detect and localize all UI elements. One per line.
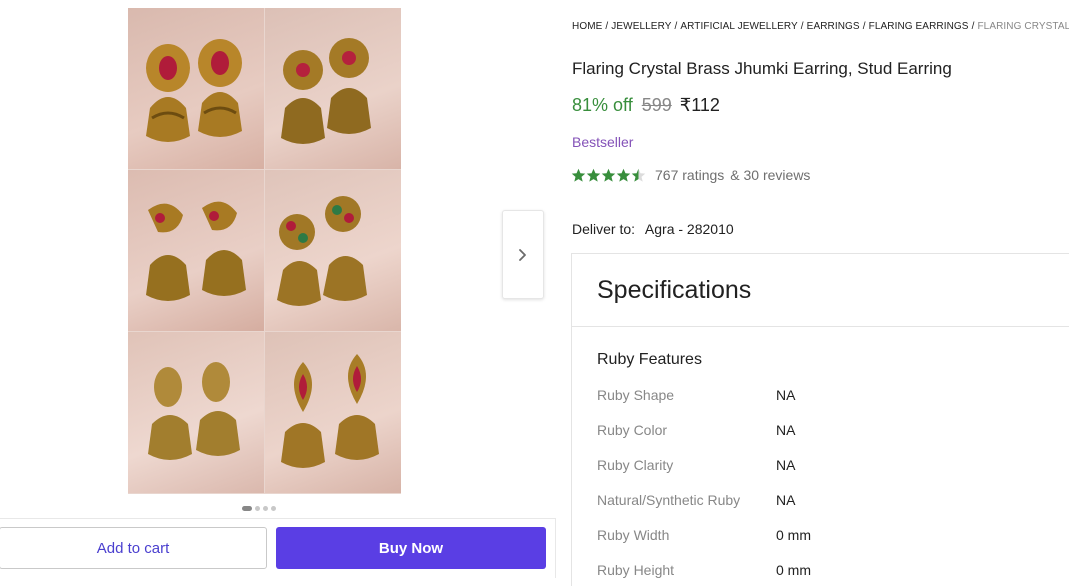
product-title: Flaring Crystal Brass Jhumki Earring, St… [572, 59, 952, 78]
ratings-count: 767 ratings [655, 167, 725, 183]
earring-photo [146, 39, 242, 142]
carousel-dot-2[interactable] [255, 506, 260, 511]
breadcrumb-home[interactable]: HOME [572, 21, 602, 32]
product-image-6[interactable] [265, 332, 401, 493]
product-image-3[interactable] [128, 170, 264, 331]
breadcrumb-flaring-earrings[interactable]: FLARING EARRINGS [869, 21, 969, 32]
delivery-location[interactable]: Deliver to: Agra - 282010 [572, 221, 734, 237]
spec-key: Ruby Width [597, 527, 670, 543]
spec-key: Ruby Color [597, 422, 668, 438]
carousel-dots [242, 506, 276, 511]
specifications-header: Specifications [572, 254, 1069, 327]
star-icon [616, 168, 631, 182]
buy-now-button[interactable]: Buy Now [276, 527, 546, 569]
discount-percent: 81% off [572, 95, 633, 115]
product-image-5[interactable] [128, 332, 264, 493]
spec-section-title: Ruby Features [597, 351, 702, 368]
spec-key: Natural/Synthetic Ruby [597, 492, 741, 508]
deliver-to-label: Deliver to: [572, 221, 636, 237]
product-image-2[interactable] [265, 8, 401, 169]
product-image-1[interactable] [128, 8, 264, 169]
earring-photo [146, 201, 246, 301]
specifications-panel: Specifications Ruby Features Ruby Shape … [571, 253, 1069, 586]
chevron-right-icon [519, 248, 526, 261]
spec-key: Ruby Height [597, 562, 675, 578]
product-image-4[interactable] [265, 170, 401, 331]
earring-photo [148, 362, 240, 460]
rating-row[interactable]: 767 ratings & 30 reviews [571, 167, 810, 183]
breadcrumb: HOME / JEWELLERY / ARTIFICIAL JEWELLERY / EARR… [572, 21, 1069, 32]
carousel-dot-4[interactable] [271, 506, 276, 511]
next-image-button[interactable] [502, 210, 544, 299]
star-icon [601, 168, 616, 182]
carousel-dot-3[interactable] [263, 506, 268, 511]
star-icon [571, 168, 586, 182]
price-row: 81% off 599 ₹112 [572, 95, 720, 116]
earring-photo [281, 354, 379, 468]
star-icon [586, 168, 601, 182]
spec-value: NA [776, 422, 796, 438]
carousel-dot-1[interactable] [242, 506, 252, 511]
specifications-heading: Specifications [597, 275, 752, 304]
spec-value: NA [776, 457, 796, 473]
spec-value: 0 mm [776, 562, 811, 578]
star-half-icon [631, 168, 646, 182]
spec-value: NA [776, 387, 796, 403]
breadcrumb-current: FLARING CRYSTAL BR [977, 21, 1069, 32]
earring-photo [281, 38, 371, 144]
reviews-count: & 30 reviews [730, 167, 811, 183]
breadcrumb-jewellery[interactable]: JEWELLERY [611, 21, 671, 32]
breadcrumb-earrings[interactable]: EARRINGS [807, 21, 860, 32]
spec-value: NA [776, 492, 796, 508]
earring-photo [277, 196, 367, 306]
bestseller-badge: Bestseller [572, 134, 634, 150]
add-to-cart-button[interactable]: Add to cart [0, 527, 267, 569]
breadcrumb-artificial-jewellery[interactable]: ARTIFICIAL JEWELLERY [680, 21, 797, 32]
spec-key: Ruby Clarity [597, 457, 674, 473]
delivery-pincode[interactable]: Agra - 282010 [645, 221, 734, 237]
product-image-gallery[interactable] [128, 8, 401, 494]
selling-price: ₹112 [679, 95, 720, 115]
star-rating [571, 168, 646, 183]
original-price: 599 [641, 95, 672, 115]
spec-key: Ruby Shape [597, 387, 675, 403]
spec-value: 0 mm [776, 527, 811, 543]
